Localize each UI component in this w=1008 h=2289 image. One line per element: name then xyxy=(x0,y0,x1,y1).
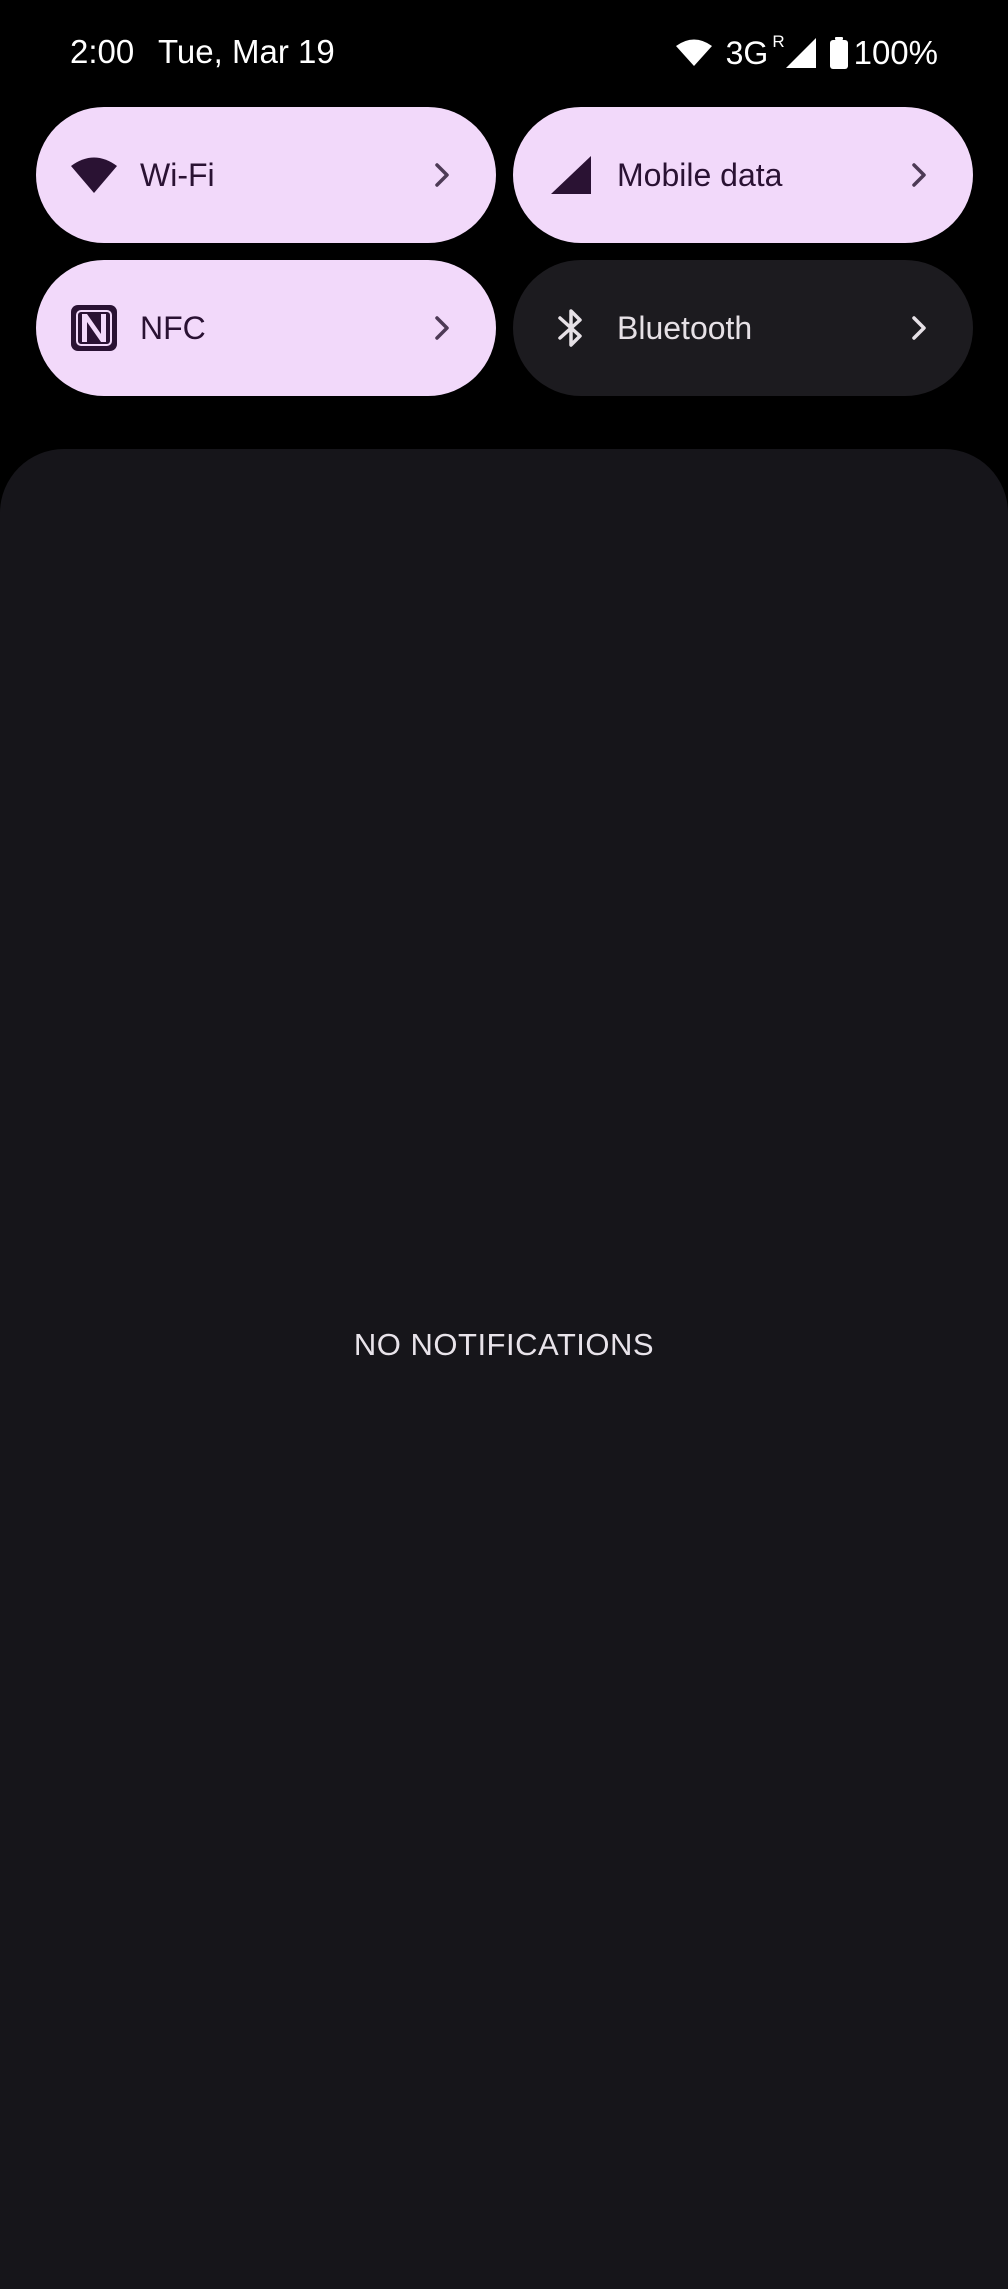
tile-label: Bluetooth xyxy=(617,310,753,346)
wifi-signal-icon xyxy=(675,39,712,67)
mobile-signal-icon xyxy=(547,151,595,199)
battery-icon xyxy=(829,37,848,69)
tile-mobile-data[interactable]: Mobile data xyxy=(513,107,973,243)
nfc-icon xyxy=(70,304,118,352)
status-time: 2:00 xyxy=(70,33,135,70)
tile-label: NFC xyxy=(140,310,206,346)
chevron-right-icon[interactable] xyxy=(424,310,460,346)
tile-nfc[interactable]: NFC xyxy=(36,260,496,396)
chevron-right-icon[interactable] xyxy=(901,157,937,193)
tile-bluetooth[interactable]: Bluetooth xyxy=(513,260,973,396)
tile-label: Wi-Fi xyxy=(140,157,215,193)
status-date: Tue, Mar 19 xyxy=(158,33,335,70)
cell-signal-icon xyxy=(785,38,816,68)
status-indicators: 3G R 100% xyxy=(675,28,938,78)
wifi-icon xyxy=(70,151,118,199)
network-type: 3G xyxy=(725,34,769,71)
tile-wifi[interactable]: Wi-Fi xyxy=(36,107,496,243)
notification-panel xyxy=(0,449,1008,2289)
bluetooth-icon xyxy=(547,304,595,352)
empty-notifications-text: NO NOTIFICATIONS xyxy=(353,1327,655,1362)
battery-percent: 100% xyxy=(853,34,938,71)
roaming-indicator: R xyxy=(772,32,785,51)
chevron-right-icon[interactable] xyxy=(901,310,937,346)
status-bar: 2:00 Tue, Mar 19 3G R 100% xyxy=(0,0,1008,108)
tile-label: Mobile data xyxy=(617,157,783,193)
chevron-right-icon[interactable] xyxy=(424,157,460,193)
